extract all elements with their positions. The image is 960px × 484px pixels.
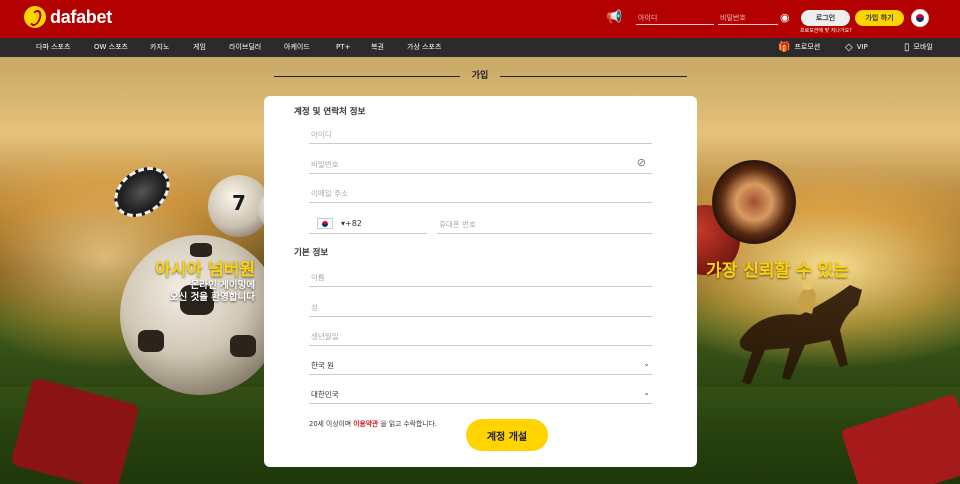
nav-item-live-dealer[interactable]: 라이브딜러 [229,38,261,57]
currency-select[interactable]: 한국 원 ⌄ [309,355,652,375]
title-divider-right [500,76,687,77]
country-value: 대한민국 [311,390,339,399]
korea-flag-icon [317,218,333,229]
nav-mobile[interactable]: ▯ 모바일 [904,38,933,57]
eye-slash-icon[interactable]: ◉ [780,11,790,24]
diamond-icon: ◇ [845,42,853,53]
last-name-field[interactable]: 성 [309,297,652,317]
password-placeholder: 비밀번호 [311,160,339,169]
birthdate-field[interactable]: 생년월일 [309,326,652,346]
title-divider-left [274,76,460,77]
promo-left-headline: 아시아 넘버원 [155,260,255,280]
terms-link[interactable]: 이용약관 [353,420,378,428]
page-title: 가입 [471,71,489,81]
nav-item-lottery[interactable]: 복권 [371,38,384,57]
email-placeholder: 이메일 주소 [311,189,348,198]
mobile-phone-icon: ▯ [904,42,910,53]
username-placeholder: 아이디 [311,130,332,139]
roulette-wheel-image [712,160,796,244]
first-name-field[interactable]: 이름 [309,267,652,287]
horse-racing-image [739,278,862,385]
chevron-down-icon: ⌄ [643,359,650,368]
promo-left-line1: 온라인 게이밍에 [190,280,256,291]
nav-promotions[interactable]: 🎁 프로모션 [778,38,820,57]
header-username-input[interactable] [636,11,714,25]
promo-tooltip: 프로모션에 맞 지나가요? [800,28,852,34]
brand-logo[interactable]: dafabet [24,6,112,28]
country-code-select[interactable]: ▾+82 [309,214,427,234]
nav-vip-label: VIP [856,43,868,51]
logo-mark-icon [24,6,46,28]
birthdate-placeholder: 생년월일 [311,332,339,341]
nav-item-arcade[interactable]: 아케이드 [284,38,310,57]
main-nav: 다파 스포츠 OW 스포츠 카지노 게임 라이브딜러 아케이드 PT+ 복권 가… [0,38,960,57]
promo-left: 아시아 넘버원 온라인 게이밍에 오신 것을 환영합니다 [100,255,255,304]
registration-form: 계정 및 연락처 정보 아이디 비밀번호 ⊘ 이메일 주소 ▾+82 휴대폰 번… [264,96,697,467]
username-field[interactable]: 아이디 [309,124,652,144]
login-button[interactable]: 로그인 [801,10,850,26]
gift-icon: 🎁 [778,42,791,53]
nav-promotions-label: 프로모션 [794,43,821,51]
brand-name: dafabet [50,6,112,27]
terms-suffix: 을 읽고 수락합니다. [380,420,437,428]
nav-item-games[interactable]: 게임 [193,38,206,57]
country-code-value: ▾+82 [341,219,362,228]
terms-text: 20세 이상이며 이용약관 을 읽고 수락합니다. [309,418,437,428]
chevron-down-icon: ⌄ [643,388,650,397]
country-select[interactable]: 대한민국 ⌄ [309,384,652,404]
nav-item-pt-plus[interactable]: PT+ [336,38,350,57]
create-account-button[interactable]: 계정 개설 [466,419,548,451]
nav-item-casino[interactable]: 카지노 [150,38,169,57]
nav-vip[interactable]: ◇ VIP [845,38,868,57]
phone-placeholder: 휴대폰 번호 [439,220,476,229]
first-name-placeholder: 이름 [311,273,325,282]
korea-flag-icon[interactable] [911,9,929,27]
password-field[interactable]: 비밀번호 ⊘ [309,154,652,174]
promo-left-line2: 오신 것을 환영합니다 [169,292,255,303]
promo-right: 가장 신뢰할 수 있는 [706,256,960,281]
join-button[interactable]: 가입 하기 [855,10,904,26]
nav-mobile-label: 모바일 [913,43,933,51]
nav-item-dafa-sports[interactable]: 다파 스포츠 [36,38,70,57]
nav-item-ow-sports[interactable]: OW 스포츠 [94,38,128,57]
currency-value: 한국 원 [311,361,335,370]
email-field[interactable]: 이메일 주소 [309,183,652,203]
terms-prefix: 20세 이상이며 [309,420,352,428]
nav-item-virtual-sports[interactable]: 가상 스포츠 [407,38,441,57]
phone-number-field[interactable]: 휴대폰 번호 [437,214,652,234]
last-name-placeholder: 성 [311,303,318,312]
promo-right-headline: 가장 신뢰할 수 있는 [706,261,849,281]
megaphone-icon[interactable]: 📢 [606,10,624,26]
header-password-input[interactable] [718,11,778,25]
section-account-title: 계정 및 연락처 정보 [294,107,366,117]
section-basic-title: 기본 정보 [294,248,329,258]
eye-slash-icon[interactable]: ⊘ [637,156,646,169]
